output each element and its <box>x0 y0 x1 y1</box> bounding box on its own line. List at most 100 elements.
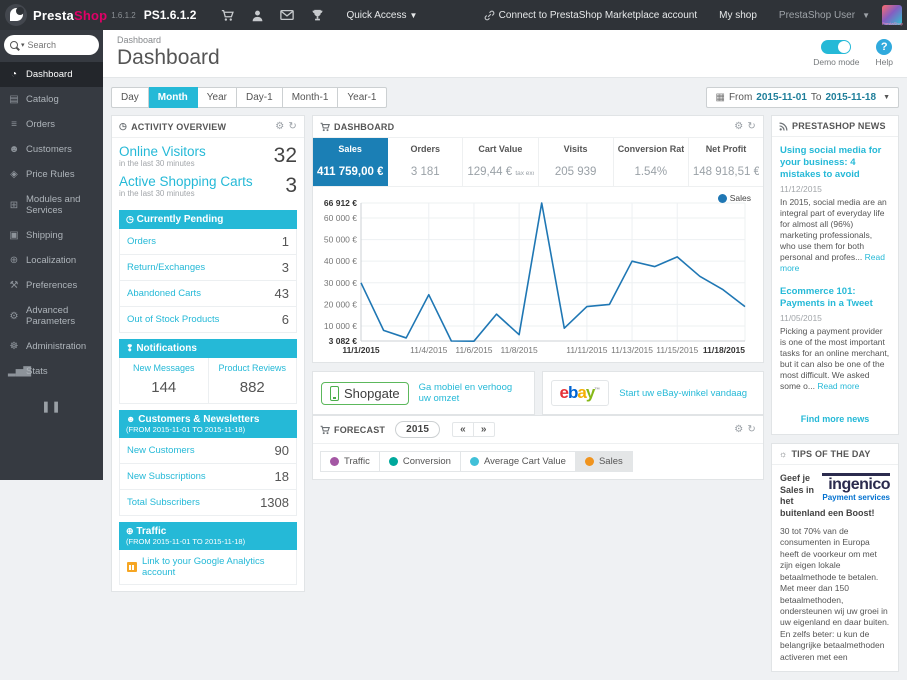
filter-row: Day Month Year Day-1 Month-1 Year-1 ▦ Fr… <box>103 78 907 115</box>
period-month-button[interactable]: Month <box>149 87 198 108</box>
kpi-net-profit[interactable]: Net Profit148 918,51 € tax excl. <box>689 138 763 186</box>
legend-label: Sales <box>730 193 751 203</box>
sidebar-item-shipping[interactable]: ▣Shipping <box>0 223 103 248</box>
svg-text:66 912 €: 66 912 € <box>324 198 357 208</box>
new-messages-cell[interactable]: New Messages144 <box>120 358 208 403</box>
search-input[interactable] <box>28 40 93 50</box>
sidebar-item-preferences[interactable]: ⚒Preferences <box>0 273 103 298</box>
svg-text:11/8/2015: 11/8/2015 <box>501 345 538 355</box>
active-carts-stat[interactable]: Active Shopping Cartsin the last 30 minu… <box>119 174 297 204</box>
search-box[interactable]: ▾ <box>4 35 99 55</box>
svg-text:10 000 €: 10 000 € <box>324 321 357 331</box>
marketplace-link[interactable]: Connect to PrestaShop Marketplace accoun… <box>484 10 697 21</box>
previous-year-button[interactable]: « <box>453 423 473 436</box>
svg-text:11/6/2015: 11/6/2015 <box>455 345 492 355</box>
sidebar-item-customers[interactable]: ☻Customers <box>0 137 103 162</box>
online-visitors-stat[interactable]: Online Visitorsin the last 30 minutes 32 <box>119 144 297 174</box>
panel-settings-icon[interactable]: ⚙ <box>734 121 743 132</box>
sidebar-item-administration[interactable]: ☸Administration <box>0 334 103 359</box>
pending-abandoned-carts-row[interactable]: Abandoned Carts43 <box>119 281 297 307</box>
panel-settings-icon[interactable]: ⚙ <box>275 121 284 132</box>
page-header: Dashboard Dashboard Demo mode ? Help <box>103 30 907 78</box>
news-article-title[interactable]: Using social media for your business: 4 … <box>780 145 890 181</box>
period-day-button[interactable]: Day <box>111 87 149 108</box>
shop-name[interactable]: PS1.6.1.2 <box>144 8 197 22</box>
tips-body-text: 30 tot 70% van de consumenten in Europa … <box>780 526 890 664</box>
kpi-conversion-rate[interactable]: Conversion Rate1.54% <box>614 138 689 186</box>
pending-out-of-stock-row[interactable]: Out of Stock Products6 <box>119 307 297 333</box>
ebay-banner[interactable]: ebay™ Start uw eBay-winkel vandaag <box>542 371 765 415</box>
period-year-1-button[interactable]: Year-1 <box>338 87 386 108</box>
svg-text:11/13/2015: 11/13/2015 <box>611 345 653 355</box>
search-scope-caret[interactable]: ▾ <box>21 41 25 49</box>
sidebar-item-price-rules[interactable]: ◈Price Rules <box>0 162 103 187</box>
forecast-year[interactable]: 2015 <box>395 421 440 438</box>
demo-mode-toggle[interactable] <box>821 40 851 54</box>
customer-icon[interactable] <box>242 9 272 22</box>
tab-traffic[interactable]: Traffic <box>320 451 380 472</box>
breadcrumb[interactable]: Dashboard <box>117 35 893 45</box>
sidebar-item-stats[interactable]: ▂▅▇Stats <box>0 359 103 384</box>
news-article-excerpt: Picking a payment provider is one of the… <box>780 326 890 392</box>
panel-refresh-icon[interactable]: ↻ <box>747 424 756 435</box>
pending-orders-row[interactable]: Orders1 <box>119 229 297 255</box>
sidebar-item-orders[interactable]: ≡Orders <box>0 112 103 137</box>
next-year-button[interactable]: » <box>473 423 494 436</box>
product-reviews-cell[interactable]: Product Reviews882 <box>208 358 297 403</box>
new-subscriptions-row[interactable]: New Subscriptions18 <box>119 464 297 490</box>
kpi-cart-value[interactable]: Cart Value129,44 € tax excl. <box>463 138 538 186</box>
kpi-orders[interactable]: Orders3 181 <box>388 138 463 186</box>
date-range-picker[interactable]: ▦ From2015-11-01 To2015-11-18 ▼ <box>706 87 899 108</box>
help-control: ? Help <box>876 38 893 67</box>
quick-access-menu[interactable]: Quick Access▼ <box>346 10 417 21</box>
trophy-icon[interactable] <box>302 9 332 22</box>
user-menu[interactable]: PrestaShop User▼ <box>779 10 870 21</box>
google-analytics-link[interactable]: Link to your Google Analytics account <box>119 550 297 585</box>
prestashop-news-panel: PRESTASHOP NEWS Using social media for y… <box>771 115 899 435</box>
globe-icon: ⊕ <box>8 255 20 266</box>
sidebar-item-dashboard[interactable]: ◔Dashboard <box>0 62 103 87</box>
tab-sales[interactable]: Sales <box>576 451 633 472</box>
find-more-news-link[interactable]: Find more news <box>772 408 898 434</box>
news-article: Ecommerce 101: Payments in a Tweet 11/05… <box>780 286 890 392</box>
news-article-title[interactable]: Ecommerce 101: Payments in a Tweet <box>780 286 890 310</box>
tab-conversion[interactable]: Conversion <box>380 451 461 472</box>
panel-refresh-icon[interactable]: ↻ <box>288 121 297 132</box>
kpi-visits[interactable]: Visits205 939 <box>539 138 614 186</box>
new-customers-row[interactable]: New Customers90 <box>119 438 297 464</box>
help-icon[interactable]: ? <box>876 39 892 55</box>
shopgate-banner[interactable]: Shopgate Ga mobiel en verhoog uw omzet <box>312 371 535 415</box>
sidebar-item-modules[interactable]: ⊞Modules and Services <box>0 187 103 223</box>
orders-icon: ≡ <box>8 119 20 130</box>
shopgate-tagline-link[interactable]: Ga mobiel en verhoog uw omzet <box>419 382 526 404</box>
prestashop-logo[interactable] <box>5 4 27 26</box>
period-year-button[interactable]: Year <box>198 87 237 108</box>
panel-settings-icon[interactable]: ⚙ <box>734 424 743 435</box>
cogs-icon: ⚙ <box>8 311 20 322</box>
customers-newsletters-header: ☻ Customers & Newsletters(FROM 2015-11-0… <box>119 410 297 438</box>
cart-icon[interactable] <box>212 9 242 22</box>
period-day-1-button[interactable]: Day-1 <box>237 87 283 108</box>
total-subscribers-row[interactable]: Total Subscribers1308 <box>119 490 297 516</box>
read-more-link[interactable]: Read more <box>817 381 859 391</box>
demo-mode-label: Demo mode <box>813 57 859 67</box>
sidebar-item-advanced-parameters[interactable]: ⚙Advanced Parameters <box>0 298 103 334</box>
period-month-1-button[interactable]: Month-1 <box>283 87 339 108</box>
tab-average-cart-value[interactable]: Average Cart Value <box>461 451 576 472</box>
panel-refresh-icon[interactable]: ↻ <box>747 121 756 132</box>
chart-legend[interactable]: Sales <box>718 193 751 203</box>
clock-icon: ◷ <box>126 214 134 224</box>
messages-icon[interactable] <box>272 9 302 21</box>
pending-returns-row[interactable]: Return/Exchanges3 <box>119 255 297 281</box>
sidebar-collapse-button[interactable]: ❚❚ <box>0 400 103 413</box>
user-avatar[interactable]: PrestaShop <box>882 5 902 25</box>
kpi-sales[interactable]: Sales411 759,00 € tax excl. <box>313 138 388 186</box>
my-shop-link[interactable]: My shop <box>719 10 757 21</box>
demo-mode-control: Demo mode <box>813 38 859 67</box>
sidebar-item-localization[interactable]: ⊕Localization <box>0 248 103 273</box>
sidebar-item-catalog[interactable]: ▤Catalog <box>0 87 103 112</box>
tips-of-the-day-panel: ☼ TIPS OF THE DAY ingenico Payment servi… <box>771 443 899 672</box>
ebay-tagline-link[interactable]: Start uw eBay-winkel vandaag <box>619 388 747 399</box>
kpi-row: Sales411 759,00 € tax excl. Orders3 181 … <box>313 138 763 187</box>
svg-text:40 000 €: 40 000 € <box>324 256 357 266</box>
